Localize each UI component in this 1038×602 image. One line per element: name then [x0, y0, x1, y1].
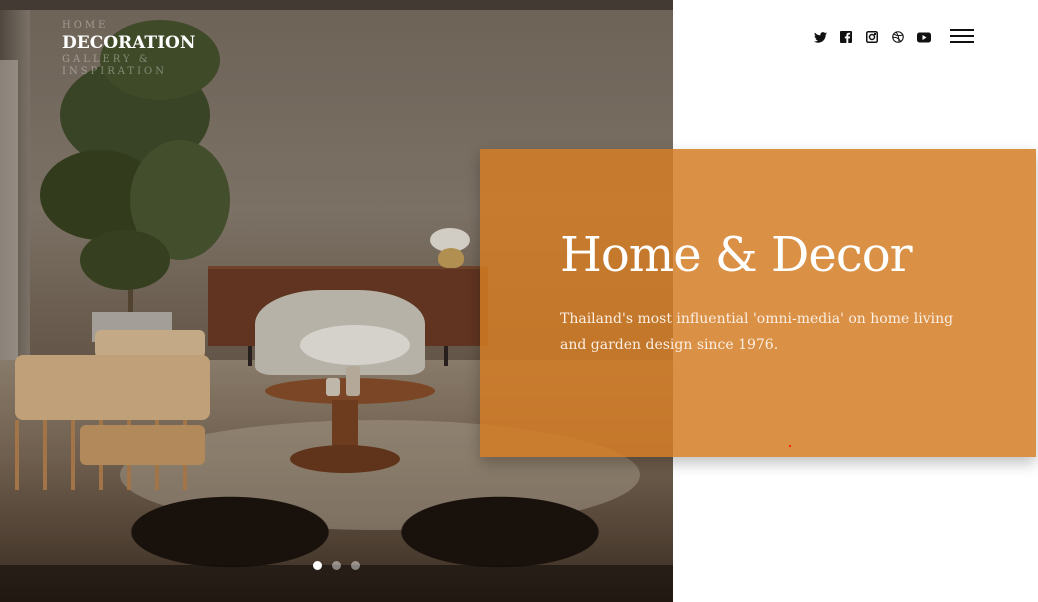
- slider-dot-2[interactable]: [332, 561, 341, 570]
- slider-dot-3[interactable]: [351, 561, 360, 570]
- slider-dot-1[interactable]: [313, 561, 322, 570]
- slider-pagination: [313, 561, 360, 570]
- dribbble-icon[interactable]: [890, 29, 906, 45]
- hero-headline: Home & Decor: [560, 227, 913, 283]
- logo-title: DECORATION: [62, 33, 196, 53]
- logo-line-gallery: GALLERY &: [62, 54, 151, 65]
- site-logo[interactable]: HOME DECORATION GALLERY & INSPIRATION: [62, 20, 262, 78]
- instagram-icon[interactable]: [864, 29, 880, 45]
- twitter-icon[interactable]: [812, 29, 828, 45]
- logo-line-home: HOME: [62, 20, 109, 31]
- facebook-icon[interactable]: [838, 29, 854, 45]
- hamburger-menu-icon[interactable]: [950, 28, 974, 44]
- youtube-icon[interactable]: [916, 29, 932, 45]
- logo-line-inspiration: INSPIRATION: [62, 66, 168, 77]
- social-links: [812, 29, 932, 45]
- hero-caption-card: Home & Decor Thailand's most influential…: [480, 149, 1036, 457]
- hero-tagline: Thailand's most influential 'omni-media'…: [560, 311, 954, 353]
